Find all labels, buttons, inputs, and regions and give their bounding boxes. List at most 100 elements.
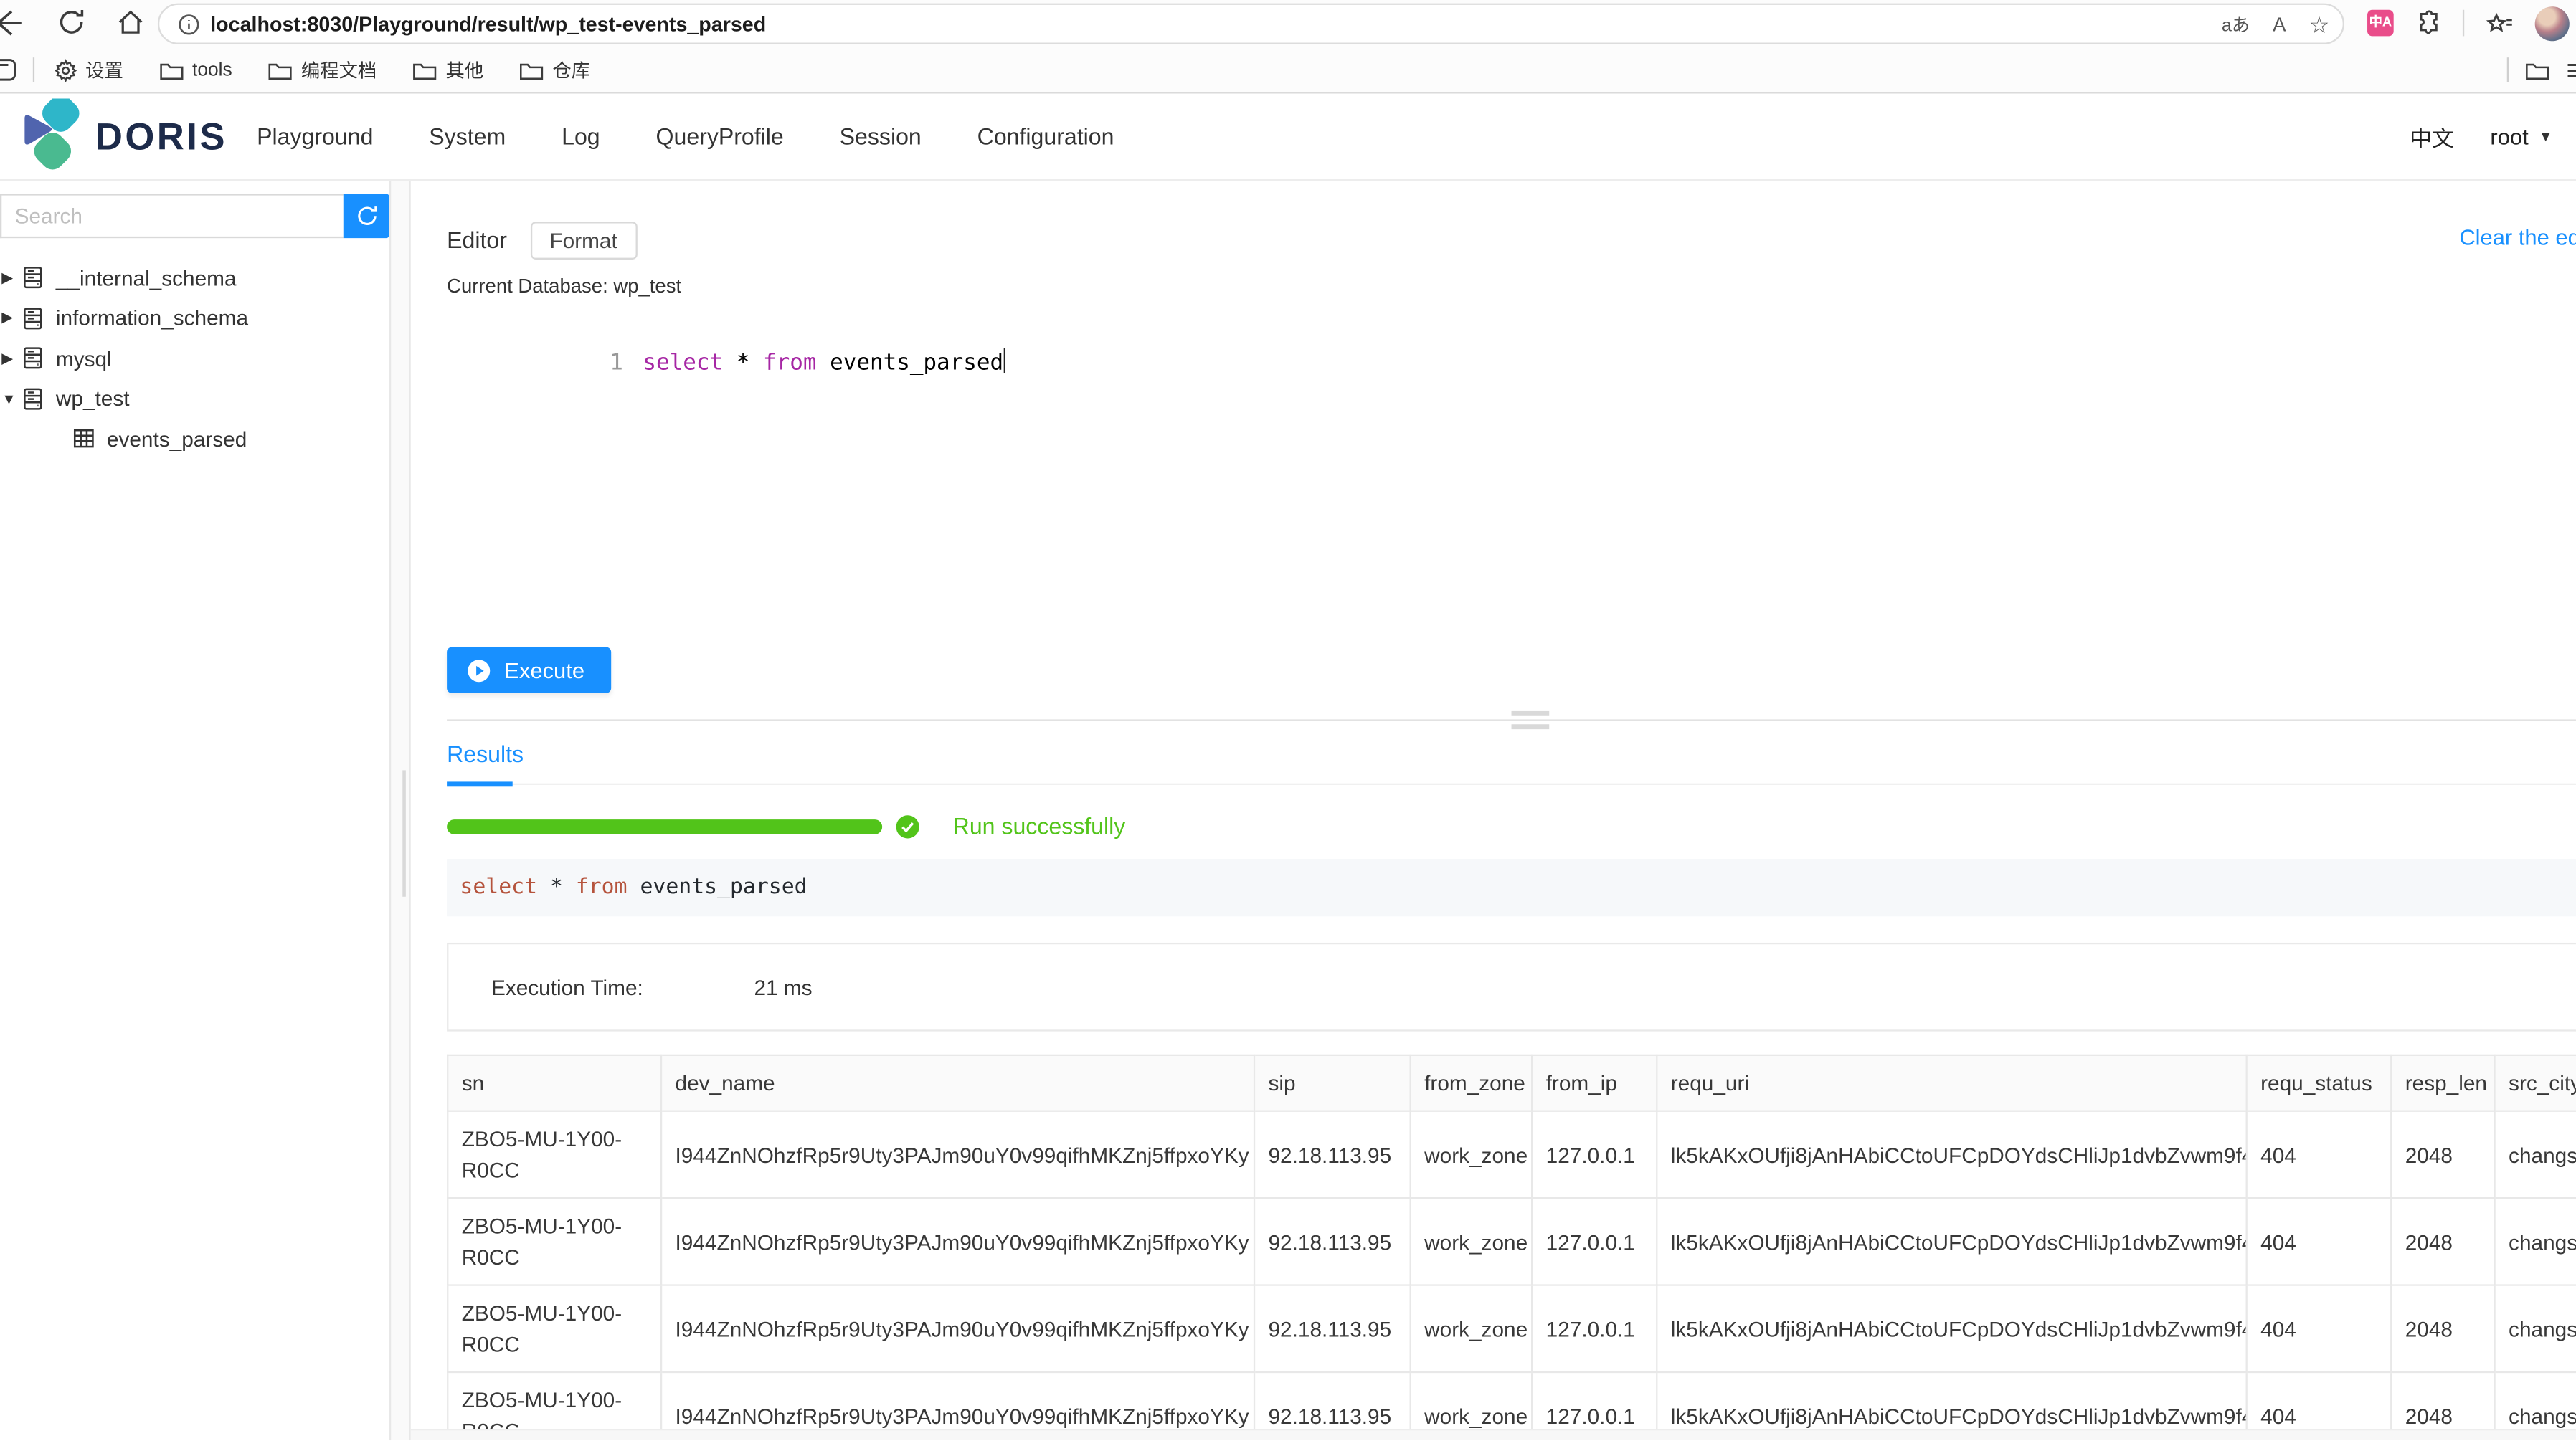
- active-tab-indicator: [447, 781, 513, 786]
- cell-from_zone: work_zone: [1411, 1111, 1533, 1198]
- profile-avatar[interactable]: [2535, 6, 2570, 40]
- column-header-sn: sn: [448, 1055, 661, 1111]
- folder-icon: [413, 60, 437, 80]
- favorite-star-icon[interactable]: ☆: [2309, 11, 2330, 39]
- bookmark-folder-other[interactable]: 其他: [413, 57, 484, 83]
- tree-item-information-schema[interactable]: ▶ information_schema: [0, 298, 389, 338]
- table-row: ZBO5-MU-1Y00-R0CCI944ZnNOhzfRp5r9Uty3PAJ…: [448, 1198, 2576, 1285]
- language-switch[interactable]: 中文: [2410, 120, 2454, 153]
- sidebar-resize-gutter[interactable]: [389, 181, 411, 1440]
- translate-badge-icon[interactable]: 中A: [2367, 10, 2394, 37]
- sidebar-scrollbar-thumb[interactable]: [402, 770, 406, 896]
- schema-sidebar: ▶ __internal_schema ▶ information_schema…: [0, 181, 389, 1440]
- address-bar[interactable]: localhost:8030/Playground/result/wp_test…: [158, 4, 2344, 44]
- sql-editor-line[interactable]: 1select * from events_parsed: [447, 322, 1006, 402]
- tree-item-internal-schema[interactable]: ▶ __internal_schema: [0, 258, 389, 298]
- executed-sql-echo: select * from events_parsed: [447, 859, 2576, 916]
- font-size-icon[interactable]: aあ: [2222, 11, 2250, 38]
- overflow-menu-icon[interactable]: [2566, 60, 2576, 80]
- tree-item-wp-test[interactable]: ▼ wp_test: [0, 379, 389, 419]
- database-icon: [22, 387, 44, 410]
- back-icon[interactable]: [0, 6, 23, 39]
- results-table-head-row: sndev_namesipfrom_zonefrom_iprequ_urireq…: [448, 1055, 2576, 1111]
- play-circle-icon: [467, 657, 491, 682]
- cell-src_city: changsha: [2495, 1111, 2576, 1198]
- read-aloud-icon[interactable]: A: [2273, 13, 2286, 36]
- nav-log[interactable]: Log: [562, 123, 600, 150]
- tree-item-mysql[interactable]: ▶ mysql: [0, 338, 389, 379]
- table-row: ZBO5-MU-1Y00-R0CCI944ZnNOhzfRp5r9Uty3PAJ…: [448, 1111, 2576, 1198]
- nav-configuration[interactable]: Configuration: [977, 123, 1114, 150]
- tab-sidebar-icon[interactable]: [0, 57, 16, 82]
- folder-icon: [520, 60, 544, 80]
- playground-main: Editor Format Clear the editor Current D…: [411, 181, 2576, 1440]
- extensions-puzzle-icon[interactable]: [2415, 10, 2441, 37]
- refresh-button[interactable]: [344, 194, 389, 238]
- caret-collapsed-icon[interactable]: ▶: [1, 269, 21, 287]
- column-header-requ_uri: requ_uri: [1657, 1055, 2246, 1111]
- reload-icon[interactable]: [56, 6, 89, 39]
- cell-resp_len: 2048: [2391, 1198, 2494, 1285]
- run-status-row: Run successfully: [447, 813, 2576, 840]
- database-icon: [22, 307, 44, 330]
- cell-from_ip: 127.0.0.1: [1532, 1111, 1657, 1198]
- user-menu[interactable]: root ▼: [2490, 124, 2552, 148]
- search-input[interactable]: [0, 194, 344, 238]
- cell-dev_name: I944ZnNOhzfRp5r9Uty3PAJm90uY0v99qifhMKZn…: [661, 1198, 1254, 1285]
- cell-sip: 92.18.113.95: [1254, 1285, 1411, 1372]
- site-info-icon[interactable]: [177, 12, 200, 35]
- format-button[interactable]: Format: [530, 221, 637, 259]
- cell-resp_len: 2048: [2391, 1285, 2494, 1372]
- doris-logo[interactable]: DORIS: [16, 98, 227, 173]
- home-icon[interactable]: [115, 6, 148, 39]
- cell-requ_uri: lk5kAKxOUfji8jAnHAbiCCtoUFCpDOYdsCHliJp1…: [1657, 1198, 2246, 1285]
- database-icon: [22, 347, 44, 370]
- table-row: ZBO5-MU-1Y00-R0CCI944ZnNOhzfRp5r9Uty3PAJ…: [448, 1285, 2576, 1372]
- nav-queryprofile[interactable]: QueryProfile: [656, 123, 784, 150]
- execute-button[interactable]: Execute: [447, 647, 611, 693]
- splitter-handle[interactable]: [1512, 711, 1550, 715]
- caret-collapsed-icon[interactable]: ▶: [1, 309, 21, 327]
- cell-sip: 92.18.113.95: [1254, 1198, 1411, 1285]
- table-icon: [72, 427, 95, 450]
- splitter-handle[interactable]: [1512, 724, 1550, 728]
- editor-results-splitter[interactable]: [447, 719, 2576, 720]
- caret-expanded-icon[interactable]: ▼: [1, 391, 21, 407]
- nav-system[interactable]: System: [429, 123, 506, 150]
- caret-collapsed-icon[interactable]: ▶: [1, 349, 21, 367]
- doris-logo-icon: [16, 98, 85, 173]
- tab-results[interactable]: Results: [447, 741, 524, 767]
- bookmark-folder-tools[interactable]: tools: [159, 60, 232, 80]
- database-tree: ▶ __internal_schema ▶ information_schema…: [0, 258, 389, 460]
- column-header-from_zone: from_zone: [1411, 1055, 1533, 1111]
- gear-icon: [55, 58, 77, 81]
- clear-editor-link[interactable]: Clear the editor: [2459, 225, 2576, 249]
- url-text[interactable]: localhost:8030/Playground/result/wp_test…: [210, 12, 766, 35]
- cell-sn: ZBO5-MU-1Y00-R0CC: [448, 1111, 661, 1198]
- browser-window: localhost:8030/Playground/result/wp_test…: [0, 0, 2576, 1441]
- column-header-requ_status: requ_status: [2247, 1055, 2392, 1111]
- sql-editor[interactable]: 1select * from events_parsed: [447, 298, 2576, 647]
- tree-item-events-parsed[interactable]: events_parsed: [0, 419, 389, 459]
- collections-icon[interactable]: [2486, 9, 2514, 37]
- nav-playground[interactable]: Playground: [257, 123, 373, 150]
- toolbar-divider: [2463, 10, 2464, 37]
- horizontal-scrollbar-track[interactable]: [411, 1429, 2576, 1440]
- cell-from_ip: 127.0.0.1: [1532, 1285, 1657, 1372]
- cell-requ_status: 404: [2247, 1198, 2392, 1285]
- brand-name: DORIS: [95, 114, 227, 158]
- bookmark-settings[interactable]: 设置: [55, 57, 123, 83]
- editor-label: Editor: [447, 227, 507, 253]
- cell-requ_uri: lk5kAKxOUfji8jAnHAbiCCtoUFCpDOYdsCHliJp1…: [1657, 1111, 2246, 1198]
- bookmark-folder-docs[interactable]: 编程文档: [268, 57, 377, 83]
- other-bookmarks-folder-icon[interactable]: [2525, 60, 2549, 80]
- success-check-icon: [895, 814, 919, 838]
- bookmark-folder-repo[interactable]: 仓库: [520, 57, 591, 83]
- results-table: sndev_namesipfrom_zonefrom_iprequ_urireq…: [447, 1055, 2576, 1440]
- cell-dev_name: I944ZnNOhzfRp5r9Uty3PAJm90uY0v99qifhMKZn…: [661, 1111, 1254, 1198]
- bookmarks-bar: 设置 tools 编程文档 其他 仓库: [0, 47, 2576, 93]
- database-icon: [22, 267, 44, 290]
- bookmarks-divider: [33, 57, 34, 82]
- nav-session[interactable]: Session: [840, 123, 922, 150]
- browser-toolbar: localhost:8030/Playground/result/wp_test…: [0, 0, 2576, 47]
